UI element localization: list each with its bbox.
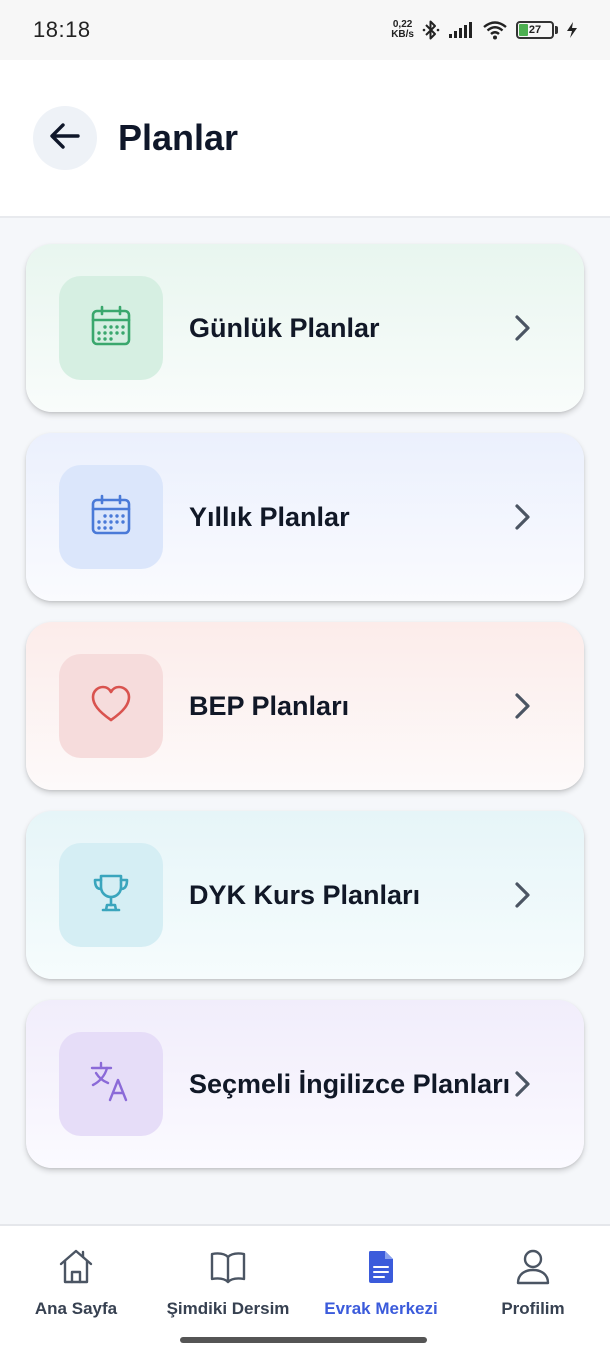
- plan-card-dyk[interactable]: DYK Kurs Planları: [26, 811, 584, 979]
- app-header: Planlar: [0, 60, 610, 218]
- translate-icon: [89, 1060, 133, 1109]
- heart-icon: [90, 684, 132, 729]
- trophy-icon: [89, 871, 133, 920]
- plan-icon-box: [59, 276, 163, 380]
- nav-label: Evrak Merkezi: [324, 1299, 438, 1318]
- document-icon: [366, 1248, 396, 1286]
- net-speed-unit: KB/s: [391, 29, 414, 40]
- nav-item-evrak-merkezi[interactable]: Evrak Merkezi: [305, 1248, 457, 1319]
- plan-label: Günlük Planlar: [189, 313, 380, 343]
- plan-card-gunluk[interactable]: Günlük Planlar: [26, 244, 584, 412]
- plan-icon-box: [59, 1032, 163, 1136]
- plan-card-yillik[interactable]: Yıllık Planlar: [26, 433, 584, 601]
- plan-label: DYK Kurs Planları: [189, 880, 421, 910]
- nav-item-simdiki-dersim[interactable]: Şimdiki Dersim: [152, 1248, 304, 1319]
- calendar-icon: [90, 494, 132, 541]
- wifi-icon: [482, 20, 508, 40]
- chevron-right-icon: [514, 1070, 532, 1098]
- nav-label: Profilim: [501, 1299, 565, 1318]
- home-icon: [58, 1248, 94, 1286]
- chevron-right-icon: [514, 314, 532, 342]
- nav-label: Ana Sayfa: [34, 1299, 118, 1318]
- status-bar: 18:18 0,22 KB/s 27: [0, 0, 610, 60]
- plan-label: BEP Planları: [189, 691, 350, 721]
- plan-icon-box: [59, 654, 163, 758]
- plan-icon-box: [59, 465, 163, 569]
- chevron-right-icon: [514, 881, 532, 909]
- status-icons: 0,22 KB/s 27: [391, 19, 578, 41]
- back-button[interactable]: [33, 106, 97, 170]
- status-time: 18:18: [33, 17, 91, 42]
- plans-list: Günlük Planlar Yıllık Planlar BEP Planla…: [26, 244, 584, 1189]
- calendar-icon: [90, 305, 132, 352]
- nav-label: Şimdiki Dersim: [166, 1299, 290, 1318]
- bluetooth-icon: [422, 19, 440, 41]
- page-title: Planlar: [118, 117, 239, 158]
- user-icon: [515, 1248, 551, 1286]
- charging-icon: [566, 21, 578, 39]
- plan-icon-box: [59, 843, 163, 947]
- plan-label: Seçmeli İngilizce Planları: [189, 1069, 511, 1099]
- signal-icon: [448, 21, 474, 39]
- home-indicator: [180, 1337, 427, 1343]
- battery-indicator: 27: [516, 21, 558, 39]
- arrow-left-icon: [49, 122, 81, 155]
- plan-label: Yıllık Planlar: [189, 502, 350, 532]
- nav-item-ana-sayfa[interactable]: Ana Sayfa: [0, 1248, 152, 1319]
- net-speed: 0,22 KB/s: [391, 20, 414, 40]
- plan-card-bep[interactable]: BEP Planları: [26, 622, 584, 790]
- nav-item-profilim[interactable]: Profilim: [457, 1248, 609, 1319]
- chevron-right-icon: [514, 503, 532, 531]
- chevron-right-icon: [514, 692, 532, 720]
- book-icon: [209, 1248, 247, 1286]
- battery-level: 27: [528, 24, 542, 36]
- plan-card-secmeli-ingilizce[interactable]: Seçmeli İngilizce Planları: [26, 1000, 584, 1168]
